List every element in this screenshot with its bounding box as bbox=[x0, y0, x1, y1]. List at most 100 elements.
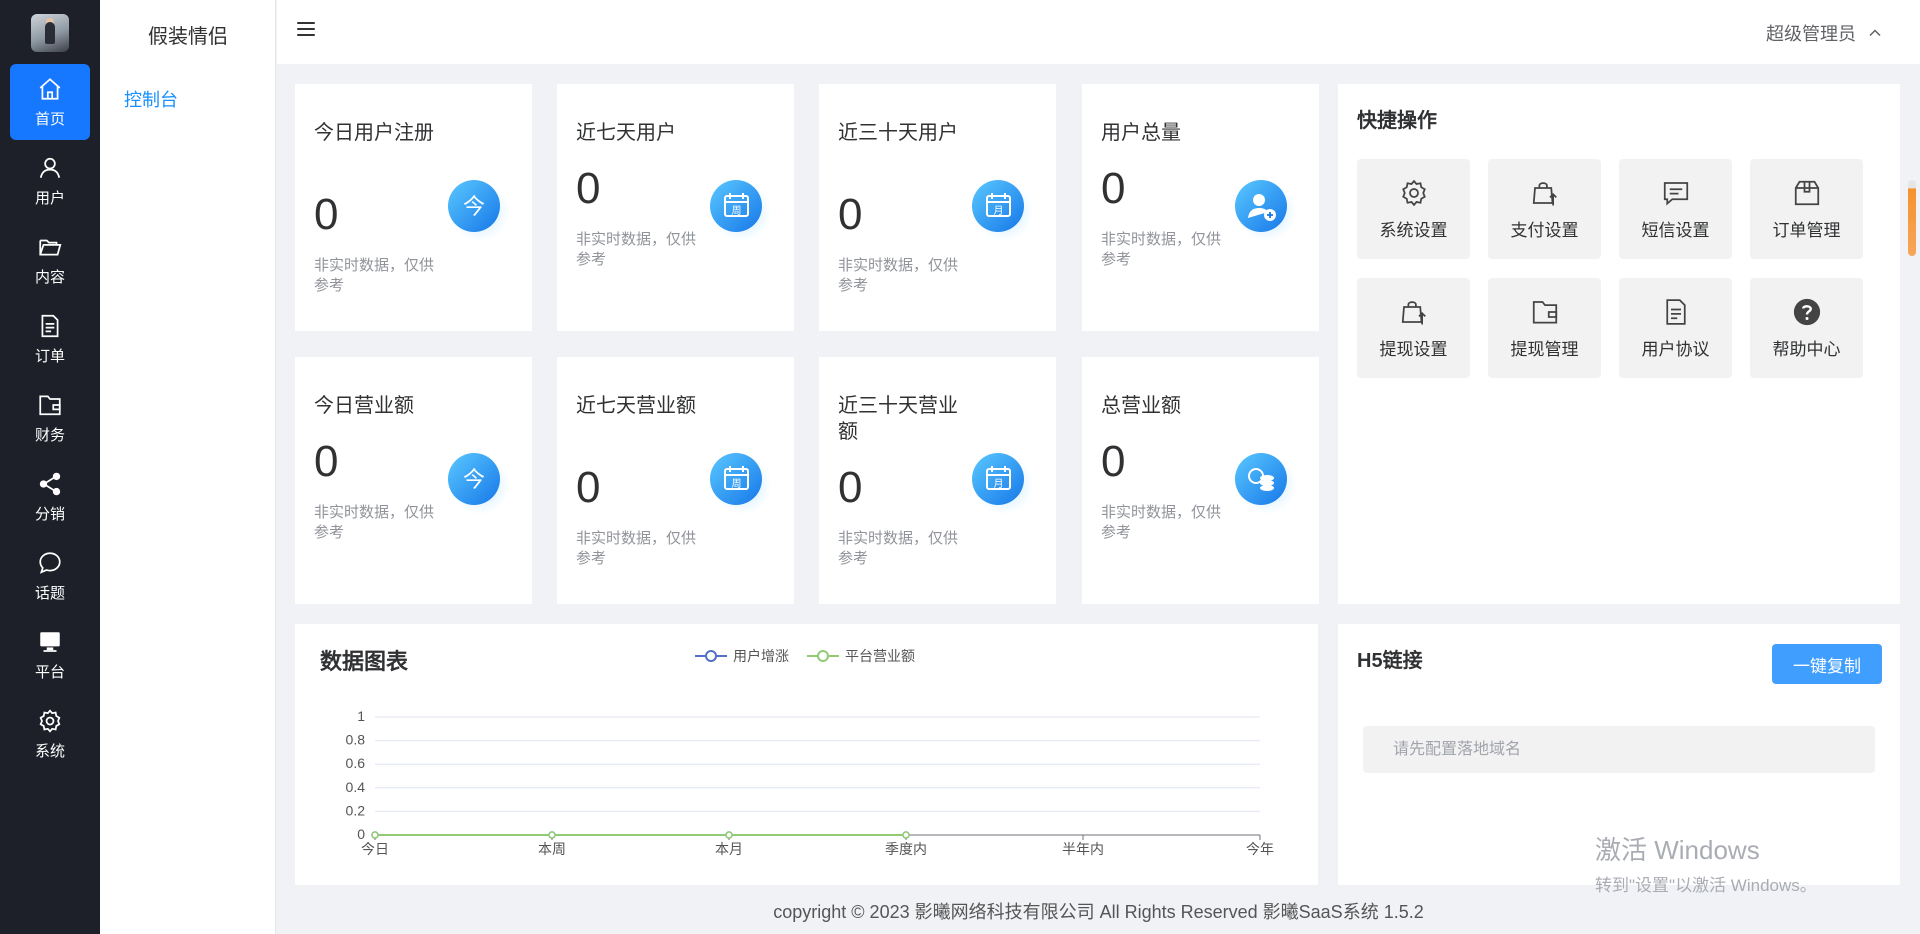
stat-card-week-users: 近七天用户 0 非实时数据，仅供参考 周 bbox=[557, 84, 794, 331]
quick-order-management-button[interactable]: 订单管理 bbox=[1750, 159, 1863, 259]
nav-label: 财务 bbox=[34, 426, 65, 444]
nav-label: 分销 bbox=[34, 505, 65, 523]
wallet-icon bbox=[1532, 300, 1557, 323]
y-tick-label: 0.2 bbox=[346, 802, 366, 818]
main-nav-rail: 首页 用户 内容 订单 财务 分销 话题 平台 系统 bbox=[0, 0, 100, 934]
stat-title: 近三十天用户 bbox=[838, 122, 958, 144]
submenu-item-console[interactable]: 控制台 bbox=[124, 86, 178, 112]
nav-label: 话题 bbox=[34, 584, 65, 602]
domain-input[interactable] bbox=[1363, 726, 1875, 773]
nav-label: 系统 bbox=[34, 742, 65, 760]
svg-text:月: 月 bbox=[994, 205, 1004, 217]
gear-icon bbox=[39, 708, 61, 733]
today-icon: 今 bbox=[448, 453, 510, 515]
stat-card-total-revenue: 总营业额 0 非实时数据，仅供参考 bbox=[1082, 357, 1319, 604]
y-tick-label: 0.6 bbox=[346, 755, 366, 771]
stat-note: 非实时数据，仅供参考 bbox=[576, 530, 697, 567]
chat-icon bbox=[39, 551, 61, 574]
data-point bbox=[902, 831, 910, 839]
stat-value: 0 bbox=[838, 190, 863, 239]
monitor-icon bbox=[40, 631, 60, 652]
windows-activation-watermark: 激活 Windows 转到"设置"以激活 Windows。 bbox=[1595, 830, 1817, 896]
chevron-up-icon bbox=[1869, 29, 1881, 37]
nav-item-order[interactable]: 订单 bbox=[10, 301, 90, 377]
folder-icon bbox=[39, 239, 62, 255]
nav-item-topic[interactable]: 话题 bbox=[10, 538, 90, 614]
line-chart: 1 0.8 0.6 0.4 0.2 0今日 本周 本月 季度内 半年内 今年 bbox=[346, 708, 1274, 857]
quick-actions-panel: 快捷操作 系统设置 支付设置 短信设置 订单管理 提现设置 提现管理 用户协议 … bbox=[1338, 84, 1900, 604]
quick-help-center-button[interactable]: 帮助中心 bbox=[1750, 278, 1863, 378]
add-user-icon bbox=[1235, 180, 1297, 242]
stat-card-week-revenue: 近七天营业额 0 非实时数据，仅供参考 周 bbox=[557, 357, 794, 604]
stat-value: 0 bbox=[576, 463, 601, 512]
week-calendar-icon: 周 bbox=[710, 180, 772, 242]
quick-label: 提现管理 bbox=[1510, 339, 1579, 359]
y-tick-label: 0.4 bbox=[346, 779, 366, 795]
coins-icon bbox=[1235, 453, 1297, 515]
stat-note: 非实时数据，仅供参考 bbox=[838, 257, 959, 294]
y-tick-label: 0 bbox=[357, 826, 365, 842]
page-scrollbar[interactable] bbox=[1908, 180, 1916, 256]
user-icon bbox=[39, 157, 61, 178]
quick-label: 帮助中心 bbox=[1772, 339, 1841, 359]
quick-label: 短信设置 bbox=[1641, 220, 1710, 240]
nav-label: 用户 bbox=[34, 189, 65, 207]
secondary-sidebar: 假装情侣 控制台 bbox=[100, 0, 276, 934]
nav-label: 平台 bbox=[34, 663, 65, 681]
watermark-line2: 转到"设置"以激活 Windows。 bbox=[1595, 876, 1817, 895]
quick-label: 支付设置 bbox=[1510, 220, 1579, 240]
help-icon bbox=[1793, 298, 1820, 325]
stat-title: 用户总量 bbox=[1101, 122, 1181, 144]
nav-label: 订单 bbox=[34, 347, 65, 365]
app-title: 假装情侣 bbox=[148, 26, 228, 48]
nav-item-user[interactable]: 用户 bbox=[10, 143, 90, 219]
quick-label: 订单管理 bbox=[1772, 220, 1841, 240]
stat-title: 今日营业额 bbox=[314, 395, 414, 417]
svg-text:周: 周 bbox=[732, 478, 742, 490]
nav-item-home[interactable]: 首页 bbox=[10, 64, 90, 140]
x-tick-label: 本周 bbox=[538, 841, 566, 857]
nav-item-finance[interactable]: 财务 bbox=[10, 380, 90, 456]
document-icon bbox=[41, 314, 59, 337]
quick-actions-title: 快捷操作 bbox=[1357, 110, 1437, 132]
stat-card-total-users: 用户总量 0 非实时数据，仅供参考 bbox=[1082, 84, 1319, 331]
x-tick-label: 季度内 bbox=[885, 841, 927, 857]
data-point bbox=[548, 831, 556, 839]
data-point bbox=[371, 831, 379, 839]
quick-user-agreement-button[interactable]: 用户协议 bbox=[1619, 278, 1732, 378]
quick-label: 提现设置 bbox=[1379, 339, 1448, 359]
nav-item-distribution[interactable]: 分销 bbox=[10, 459, 90, 535]
quick-payment-settings-button[interactable]: 支付设置 bbox=[1488, 159, 1601, 259]
data-point bbox=[725, 831, 733, 839]
stat-note: 非实时数据，仅供参考 bbox=[838, 530, 959, 567]
quick-withdraw-management-button[interactable]: 提现管理 bbox=[1488, 278, 1601, 378]
bag-upload-icon bbox=[1532, 181, 1557, 205]
stat-value: 0 bbox=[838, 463, 863, 512]
bag-upload-icon bbox=[1401, 300, 1426, 324]
app-logo-avatar[interactable] bbox=[31, 14, 69, 52]
quick-label: 用户协议 bbox=[1641, 339, 1710, 359]
nav-item-system[interactable]: 系统 bbox=[10, 696, 90, 772]
gear-icon bbox=[1401, 179, 1426, 206]
stat-card-month-users: 近三十天用户 0 非实时数据，仅供参考 月 bbox=[819, 84, 1056, 331]
copy-link-button[interactable]: 一键复制 bbox=[1772, 644, 1882, 684]
stat-note: 非实时数据，仅供参考 bbox=[314, 257, 435, 294]
stat-value: 0 bbox=[1101, 164, 1126, 213]
stat-card-month-revenue: 近三十天营业额 0 非实时数据，仅供参考 月 bbox=[819, 357, 1056, 604]
quick-withdraw-settings-button[interactable]: 提现设置 bbox=[1357, 278, 1470, 378]
user-menu[interactable]: 超级管理员 bbox=[1766, 20, 1882, 46]
x-tick-label: 今年 bbox=[1246, 841, 1274, 857]
nav-item-content[interactable]: 内容 bbox=[10, 222, 90, 298]
nav-item-platform[interactable]: 平台 bbox=[10, 617, 90, 693]
stat-note: 非实时数据，仅供参考 bbox=[1101, 504, 1222, 541]
menu-toggle-icon[interactable] bbox=[297, 22, 315, 42]
x-tick-label: 半年内 bbox=[1062, 841, 1104, 857]
quick-system-settings-button[interactable]: 系统设置 bbox=[1357, 159, 1470, 259]
stat-title: 总营业额 bbox=[1101, 395, 1181, 417]
stat-title: 近七天营业额 bbox=[576, 395, 696, 417]
nav-label: 内容 bbox=[34, 268, 65, 286]
stat-title: 近三十天营业额 bbox=[838, 395, 958, 443]
stat-note: 非实时数据，仅供参考 bbox=[1101, 231, 1222, 268]
month-calendar-icon: 月 bbox=[972, 453, 1034, 515]
quick-sms-settings-button[interactable]: 短信设置 bbox=[1619, 159, 1732, 259]
